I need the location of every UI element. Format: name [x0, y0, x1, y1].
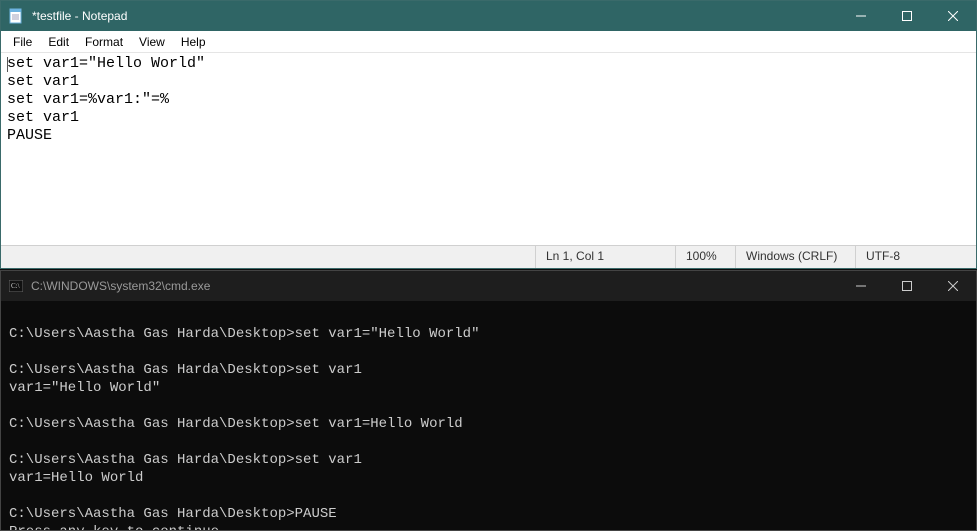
status-position: Ln 1, Col 1 — [536, 246, 676, 268]
menu-file[interactable]: File — [5, 33, 40, 51]
close-icon — [948, 11, 958, 21]
status-zoom: 100% — [676, 246, 736, 268]
cmd-window: C:\ C:\WINDOWS\system32\cmd.exe C:\Users… — [0, 270, 977, 531]
cmd-icon: C:\ — [1, 280, 31, 292]
maximize-button[interactable] — [884, 1, 930, 31]
cmd-minimize-button[interactable] — [838, 271, 884, 301]
editor-content: set var1="Hello World" set var1 set var1… — [7, 55, 205, 144]
menu-format[interactable]: Format — [77, 33, 131, 51]
menu-edit[interactable]: Edit — [40, 33, 77, 51]
minimize-icon — [856, 281, 866, 291]
cmd-title: C:\WINDOWS\system32\cmd.exe — [31, 279, 838, 293]
minimize-button[interactable] — [838, 1, 884, 31]
cmd-close-button[interactable] — [930, 271, 976, 301]
notepad-titlebar[interactable]: *testfile - Notepad — [1, 1, 976, 31]
menu-help[interactable]: Help — [173, 33, 214, 51]
maximize-icon — [902, 11, 912, 21]
close-icon — [948, 281, 958, 291]
status-encoding: UTF-8 — [856, 246, 976, 268]
minimize-icon — [856, 11, 866, 21]
notepad-editor[interactable]: set var1="Hello World" set var1 set var1… — [1, 53, 976, 245]
notepad-window: *testfile - Notepad File Edit Format Vie… — [0, 0, 977, 269]
svg-text:C:\: C:\ — [11, 282, 20, 290]
notepad-menubar: File Edit Format View Help — [1, 31, 976, 53]
maximize-icon — [902, 281, 912, 291]
status-eol: Windows (CRLF) — [736, 246, 856, 268]
cmd-titlebar[interactable]: C:\ C:\WINDOWS\system32\cmd.exe — [1, 271, 976, 301]
close-button[interactable] — [930, 1, 976, 31]
notepad-title: *testfile - Notepad — [31, 9, 838, 23]
notepad-statusbar: Ln 1, Col 1 100% Windows (CRLF) UTF-8 — [1, 245, 976, 268]
cmd-maximize-button[interactable] — [884, 271, 930, 301]
notepad-icon — [1, 8, 31, 24]
cmd-output[interactable]: C:\Users\Aastha Gas Harda\Desktop>set va… — [1, 301, 976, 530]
menu-view[interactable]: View — [131, 33, 173, 51]
